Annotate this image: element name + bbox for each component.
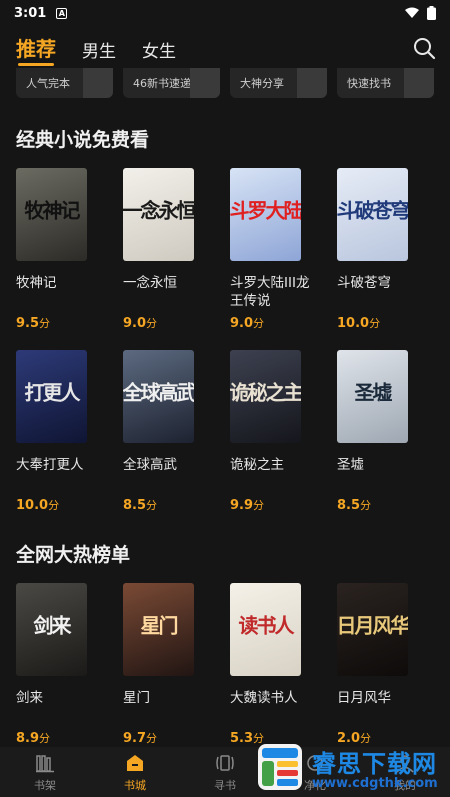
book-cover[interactable]: 打更人 [16,350,87,443]
nav-label: 寻书 [214,778,236,792]
bottom-nav: 书架 书城 寻书 净化 我的 [0,747,450,797]
book-cover[interactable]: 斗破苍穹 [337,168,408,261]
profile-icon [396,754,414,773]
tab-recommend[interactable]: 推荐 [16,33,56,66]
quick-links: 人气完本 46新书速递 大神分享 快速找书 [16,68,434,98]
book-card[interactable]: 斗罗大陆 斗罗大陆III龙王传说 9.0分 [230,168,337,331]
book-cover[interactable]: 一念永恒 [123,168,194,261]
book-title: 斗罗大陆III龙王传说 [230,275,310,309]
quick-link-label: 大神分享 [240,77,284,90]
nav-label: 书城 [124,778,146,792]
book-cover[interactable]: 全球高武 [123,350,194,443]
book-title: 斗破苍穹 [337,275,391,291]
book-card[interactable]: 读书人 大魏读书人 5.3分 [230,583,337,746]
status-time: 3:01 [14,5,47,21]
notification-a-icon: A [56,7,68,19]
book-title: 大奉打更人 [16,457,84,473]
quick-link-completed[interactable]: 人气完本 [16,68,113,98]
nav-purify[interactable]: 净化 [270,747,360,797]
quick-link-label: 快速找书 [347,77,391,90]
search-icon[interactable] [412,36,436,60]
book-title: 一念永恒 [123,275,177,291]
quick-link-label: 46新书速递 [133,77,191,90]
book-title: 圣墟 [337,457,364,473]
nav-label: 我的 [394,778,416,792]
book-cover[interactable]: 日月风华 [337,583,408,676]
book-card[interactable]: 星门 星门 9.7分 [123,583,230,746]
book-score: 5.3分 [230,731,265,746]
book-score: 10.0分 [337,316,381,331]
book-title: 星门 [123,690,150,706]
battery-icon [427,6,436,20]
book-row-2: 打更人 大奉打更人 10.0分 全球高武 全球高武 8.5分 诡秘之主 诡秘之主… [16,350,436,513]
book-title: 牧神记 [16,275,57,291]
bookshelf-icon [36,754,54,772]
purify-icon [307,754,323,771]
book-cover[interactable]: 斗罗大陆 [230,168,301,261]
nav-profile[interactable]: 我的 [360,747,450,797]
book-title: 大魏读书人 [230,690,298,706]
book-cover[interactable]: 剑来 [16,583,87,676]
book-cover[interactable]: 星门 [123,583,194,676]
book-cover[interactable]: 诡秘之主 [230,350,301,443]
book-score: 9.7分 [123,731,158,746]
book-score: 8.5分 [337,498,372,513]
book-row-1: 牧神记 牧神记 9.5分 一念永恒 一念永恒 9.0分 斗罗大陆 斗罗大陆III… [16,168,436,331]
book-card[interactable]: 一念永恒 一念永恒 9.0分 [123,168,230,331]
book-score: 9.0分 [230,316,265,331]
book-score: 8.9分 [16,731,51,746]
book-title: 诡秘之主 [230,457,284,473]
book-score: 8.5分 [123,498,158,513]
book-score: 9.5分 [16,316,51,331]
book-score: 10.0分 [16,498,60,513]
nav-label: 书架 [34,778,56,792]
top-tabs: 推荐 男生 女生 [0,26,450,66]
status-bar: 3:01 A [0,0,450,26]
book-card[interactable]: 全球高武 全球高武 8.5分 [123,350,230,513]
nav-label: 净化 [304,778,326,792]
book-cover[interactable]: 圣墟 [337,350,408,443]
nav-find-book[interactable]: 寻书 [180,747,270,797]
book-card[interactable]: 日月风华 日月风华 2.0分 [337,583,444,746]
book-title: 剑来 [16,690,43,706]
book-cover[interactable]: 读书人 [230,583,301,676]
book-card[interactable]: 剑来 剑来 8.9分 [16,583,123,746]
book-score: 2.0分 [337,731,372,746]
book-card[interactable]: 斗破苍穹 斗破苍穹 10.0分 [337,168,444,331]
section-title-hot-list: 全网大热榜单 [16,544,131,566]
quick-link-find-book[interactable]: 快速找书 [337,68,434,98]
nav-bookstore[interactable]: 书城 [90,747,180,797]
wifi-icon [405,7,419,18]
bookstore-icon [127,754,143,771]
book-score: 9.9分 [230,498,265,513]
section-title-classics: 经典小说免费看 [16,129,150,151]
tab-male[interactable]: 男生 [82,37,116,62]
tab-female[interactable]: 女生 [142,37,176,62]
book-card[interactable]: 打更人 大奉打更人 10.0分 [16,350,123,513]
book-row-3: 剑来 剑来 8.9分 星门 星门 9.7分 读书人 大魏读书人 5.3分 日月风… [16,583,436,746]
nav-bookshelf[interactable]: 书架 [0,747,90,797]
book-cover[interactable]: 牧神记 [16,168,87,261]
book-title: 全球高武 [123,457,177,473]
quick-link-label: 人气完本 [26,77,70,90]
find-book-icon [216,754,234,771]
book-score: 9.0分 [123,316,158,331]
book-card[interactable]: 诡秘之主 诡秘之主 9.9分 [230,350,337,513]
quick-link-new-books[interactable]: 46新书速递 [123,68,220,98]
book-title: 日月风华 [337,690,391,706]
book-card[interactable]: 圣墟 圣墟 8.5分 [337,350,444,513]
quick-link-author-share[interactable]: 大神分享 [230,68,327,98]
book-card[interactable]: 牧神记 牧神记 9.5分 [16,168,123,331]
